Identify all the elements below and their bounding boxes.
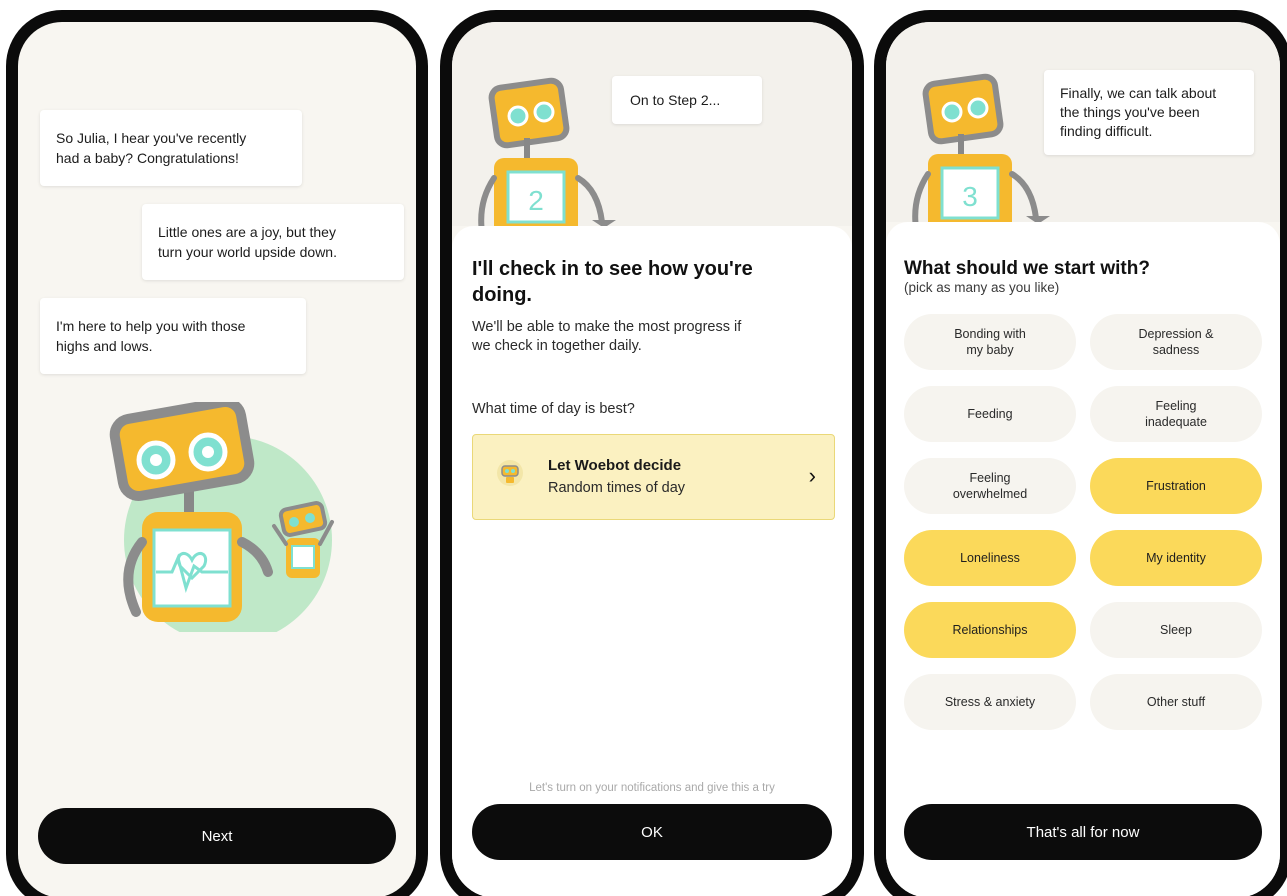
next-button[interactable]: Next	[38, 808, 396, 864]
chat-bubble-1-line-2: had a baby? Congratulations!	[56, 150, 239, 166]
topic-chip[interactable]: Feeling overwhelmed	[904, 458, 1076, 514]
topic-chip-label: Feeding	[967, 407, 1013, 421]
chat-bubble-3-line-2: highs and lows.	[56, 338, 153, 354]
topic-chip-label: Stress & anxiety	[944, 695, 1036, 709]
topic-chip-label: Sleep	[1160, 623, 1192, 637]
topic-chip[interactable]: Stress & anxiety	[904, 674, 1076, 730]
notification-hint: Let's turn on your notifications and giv…	[529, 782, 775, 794]
robot-heart-monitor-icon	[109, 402, 334, 632]
topics-sheet: What should we start with? (pick as many…	[886, 222, 1280, 896]
ok-button[interactable]: OK	[472, 804, 832, 860]
topic-chip[interactable]: Loneliness	[904, 530, 1076, 586]
topic-chip[interactable]: Relationships	[904, 602, 1076, 658]
chat-bubble-2-line-1: Little ones are a joy, but they	[158, 224, 336, 240]
robot-step-2-number: 2	[528, 185, 544, 216]
phone-frame-3: 3 Finally, we can talk about the things …	[874, 10, 1287, 896]
topic-chip-label: Feeling	[969, 471, 1011, 485]
phone-frame-1: So Julia, I hear you've recently had a b…	[6, 10, 428, 896]
page-title: I'll check in to see how you're doing.	[472, 256, 753, 308]
robot-step-3-number: 3	[962, 181, 978, 212]
topic-chip-label: Other stuff	[1146, 695, 1206, 709]
topic-chip-label: Bonding with	[954, 327, 1026, 341]
phone-frame-2: 2 On to Step 2... I'll check in to see h…	[440, 10, 864, 896]
option-subtitle: Random times of day	[548, 480, 686, 496]
speech-bubble-line-3: finding difficult.	[1060, 123, 1153, 139]
thats-all-button[interactable]: That's all for now	[904, 804, 1262, 860]
description-line-2: we check in together daily.	[472, 338, 642, 354]
robot-header: 3 Finally, we can talk about the things …	[886, 22, 1280, 222]
option-title: Let Woebot decide	[548, 457, 682, 474]
speech-bubble-line-1: Finally, we can talk about	[1060, 85, 1217, 101]
chat-bubble-2-line-2: turn your world upside down.	[158, 244, 337, 260]
speech-bubble: On to Step 2...	[612, 76, 762, 124]
chat-bubble-3: I'm here to help you with those highs an…	[40, 298, 306, 374]
description-line-1: We'll be able to make the most progress …	[472, 319, 742, 335]
topic-chip[interactable]: Feeding	[904, 386, 1076, 442]
topic-chip[interactable]: Other stuff	[1090, 674, 1262, 730]
speech-bubble: Finally, we can talk about the things yo…	[1044, 70, 1254, 155]
checkin-sheet: I'll check in to see how you're doing. W…	[452, 226, 852, 896]
checkin-screen: 2 On to Step 2... I'll check in to see h…	[452, 22, 852, 896]
topic-chip[interactable]: Feeling inadequate	[1090, 386, 1262, 442]
topic-chip-label: Relationships	[952, 623, 1028, 637]
robot-step-2-icon: 2	[478, 77, 616, 226]
topic-chip-label: overwhelmed	[952, 487, 1028, 501]
page-title-line-1: I'll check in to see how you're	[472, 258, 753, 280]
page-subtitle: (pick as many as you like)	[904, 280, 1060, 295]
chevron-right-icon: ›	[808, 463, 816, 488]
topic-chip-label: sadness	[1152, 343, 1200, 357]
chat-bubble-2: Little ones are a joy, but they turn you…	[142, 204, 404, 280]
page-title: What should we start with?	[904, 258, 1150, 279]
topic-chip-label: Loneliness	[960, 551, 1020, 565]
question-label: What time of day is best?	[472, 401, 635, 417]
speech-bubble-text: On to Step 2...	[630, 92, 721, 108]
topic-chip-label: my baby	[966, 343, 1014, 357]
topic-chip[interactable]: Sleep	[1090, 602, 1262, 658]
topic-chip-label: Frustration	[1146, 479, 1206, 493]
topic-chip-label: My identity	[1146, 551, 1206, 565]
chat-bubble-3-line-1: I'm here to help you with those	[56, 318, 246, 334]
page-title-line-2: doing.	[472, 284, 532, 306]
topic-chip[interactable]: Depression & sadness	[1090, 314, 1262, 370]
topics-screen: 3 Finally, we can talk about the things …	[886, 22, 1280, 896]
topic-chip-label: Depression &	[1138, 327, 1214, 341]
chat-screen: So Julia, I hear you've recently had a b…	[18, 22, 416, 896]
topic-chip[interactable]: Frustration	[1090, 458, 1262, 514]
description: We'll be able to make the most progress …	[472, 318, 741, 356]
topic-chip-label: inadequate	[1145, 415, 1207, 429]
topic-chip-label: Feeling	[1155, 399, 1197, 413]
chat-bubble-1-line-1: So Julia, I hear you've recently	[56, 130, 247, 146]
robot-header: 2 On to Step 2...	[452, 22, 852, 226]
chat-bubble-1: So Julia, I hear you've recently had a b…	[40, 110, 302, 186]
topic-chip[interactable]: Bonding with my baby	[904, 314, 1076, 370]
speech-bubble-line-2: the things you've been	[1060, 104, 1200, 120]
topic-chip[interactable]: My identity	[1090, 530, 1262, 586]
woebot-mini-icon	[497, 460, 523, 486]
time-option-woebot-decide[interactable]: Let Woebot decide Random times of day ›	[472, 434, 835, 520]
